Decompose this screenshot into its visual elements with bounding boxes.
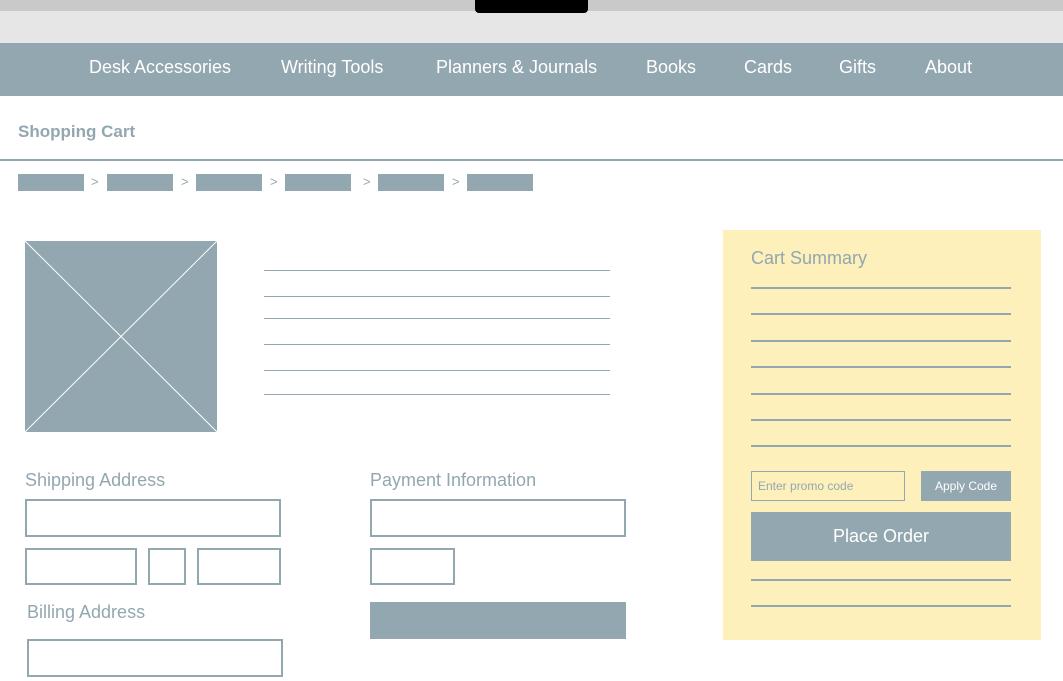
device-notch <box>475 0 588 13</box>
product-text-line <box>264 296 610 297</box>
summary-line <box>751 445 1011 447</box>
summary-line <box>751 366 1011 368</box>
nav-item-cards[interactable]: Cards <box>744 57 792 78</box>
summary-line <box>751 340 1011 342</box>
nav-item-books[interactable]: Books <box>646 57 696 78</box>
title-divider <box>0 159 1063 161</box>
page-title: Shopping Cart <box>18 122 136 141</box>
breadcrumb-separator: > <box>363 174 371 189</box>
shipping-state-field[interactable] <box>148 548 186 585</box>
nav-item-planners-journals[interactable]: Planners & Journals <box>436 57 597 78</box>
billing-address-heading: Billing Address <box>27 602 146 622</box>
shipping-city-field[interactable] <box>25 548 137 585</box>
product-text-line <box>264 370 610 371</box>
breadcrumb-separator: > <box>452 174 460 189</box>
summary-line <box>751 605 1011 607</box>
breadcrumb-separator: > <box>91 174 99 189</box>
breadcrumb-item[interactable] <box>18 174 84 191</box>
summary-line <box>751 393 1011 395</box>
product-text-line <box>264 270 610 271</box>
product-image-placeholder-icon <box>25 241 217 432</box>
promo-code-input[interactable] <box>751 471 905 501</box>
breadcrumb-item[interactable] <box>467 174 533 191</box>
breadcrumb-item[interactable] <box>378 174 444 191</box>
billing-street-field[interactable] <box>27 639 283 677</box>
breadcrumb-item[interactable] <box>196 174 262 191</box>
cart-summary-title: Cart Summary <box>751 248 868 268</box>
nav-item-gifts[interactable]: Gifts <box>839 57 876 78</box>
product-text-line <box>264 344 610 345</box>
breadcrumb-separator: > <box>181 174 189 189</box>
shipping-street-field[interactable] <box>25 499 281 537</box>
browser-toolbar <box>0 11 1063 43</box>
payment-information-heading: Payment Information <box>370 470 537 490</box>
card-cvv-field[interactable] <box>370 548 455 585</box>
summary-line <box>751 313 1011 315</box>
payment-submit-button[interactable] <box>370 602 626 639</box>
nav-item-desk-accessories[interactable]: Desk Accessories <box>89 57 231 78</box>
main-nav: Desk Accessories Writing Tools Planners … <box>0 43 1063 96</box>
summary-line <box>751 579 1011 581</box>
summary-line <box>751 419 1011 421</box>
nav-item-about[interactable]: About <box>925 57 972 78</box>
shipping-zip-field[interactable] <box>197 548 281 585</box>
breadcrumb-item[interactable] <box>107 174 173 191</box>
breadcrumb-separator: > <box>270 174 278 189</box>
summary-line <box>751 287 1011 289</box>
card-number-field[interactable] <box>370 499 626 537</box>
nav-item-writing-tools[interactable]: Writing Tools <box>281 57 383 78</box>
product-text-line <box>264 394 610 395</box>
apply-code-button[interactable]: Apply Code <box>921 471 1011 501</box>
shipping-address-heading: Shipping Address <box>25 470 166 490</box>
product-text-line <box>264 318 610 319</box>
cart-summary-panel: Cart Summary Apply Code Place Order <box>723 230 1041 640</box>
place-order-button[interactable]: Place Order <box>751 512 1011 561</box>
breadcrumb-item[interactable] <box>285 174 351 191</box>
